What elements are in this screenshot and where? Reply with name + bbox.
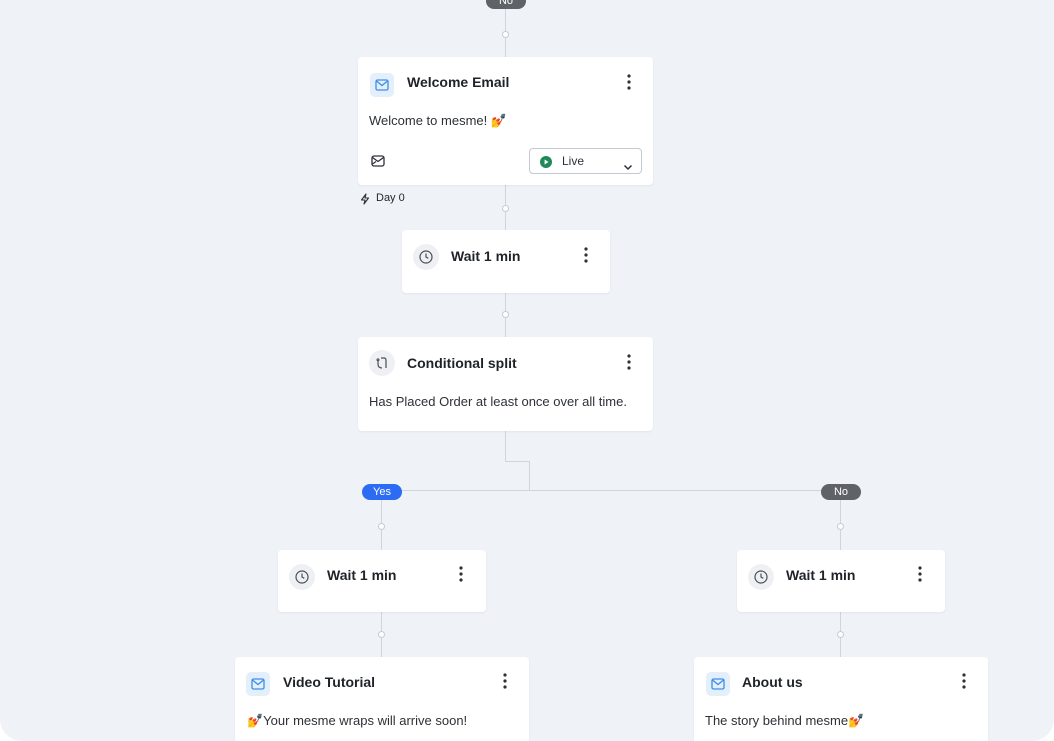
about-us-subject: The story behind mesme💅 bbox=[705, 713, 865, 728]
about-us-card[interactable]: About us The story behind mesme💅 bbox=[694, 657, 988, 741]
wait-card[interactable]: Wait 1 min bbox=[402, 230, 610, 293]
connector-dot[interactable] bbox=[837, 523, 844, 530]
flow-canvas[interactable]: No Yes No Welcome Email Welcome to mesme… bbox=[0, 0, 1054, 741]
email-icon bbox=[706, 672, 730, 696]
trigger-day-label: Day 0 bbox=[376, 192, 405, 204]
more-options-icon[interactable] bbox=[624, 353, 634, 371]
clock-icon bbox=[748, 564, 774, 590]
more-options-icon[interactable] bbox=[915, 565, 925, 583]
more-options-icon[interactable] bbox=[581, 246, 591, 264]
video-tutorial-title: Video Tutorial bbox=[283, 674, 376, 690]
about-us-title: About us bbox=[742, 674, 803, 690]
connector bbox=[529, 461, 530, 491]
wait-title: Wait 1 min bbox=[451, 248, 521, 264]
welcome-email-card[interactable]: Welcome Email Welcome to mesme! 💅 Live bbox=[358, 57, 653, 185]
video-tutorial-subject: 💅Your mesme wraps will arrive soon! bbox=[247, 713, 468, 728]
chevron-down-icon bbox=[623, 158, 633, 176]
condition-text: Has Placed Order at least once over all … bbox=[369, 394, 627, 409]
status-value: Live bbox=[562, 154, 585, 168]
connector-dot[interactable] bbox=[378, 631, 385, 638]
more-options-icon[interactable] bbox=[624, 73, 634, 91]
no-wait-card[interactable]: Wait 1 min bbox=[737, 550, 945, 612]
wait-title: Wait 1 min bbox=[327, 567, 397, 583]
connector-dot[interactable] bbox=[378, 523, 385, 530]
connector bbox=[505, 461, 530, 462]
conditional-split-card[interactable]: Conditional split Has Placed Order at le… bbox=[358, 337, 653, 431]
clock-icon bbox=[413, 244, 439, 270]
trigger-bolt-icon bbox=[359, 192, 371, 210]
connector-dot[interactable] bbox=[502, 205, 509, 212]
more-options-icon[interactable] bbox=[959, 672, 969, 690]
email-preview-icon[interactable] bbox=[371, 154, 385, 167]
yes-wait-card[interactable]: Wait 1 min bbox=[278, 550, 486, 612]
more-options-icon[interactable] bbox=[500, 672, 510, 690]
branch-no-pill: No bbox=[821, 484, 861, 500]
split-icon bbox=[369, 350, 395, 376]
branch-yes-pill: Yes bbox=[362, 484, 402, 500]
more-options-icon[interactable] bbox=[456, 565, 466, 583]
connector bbox=[382, 490, 841, 491]
status-dropdown[interactable]: Live bbox=[529, 148, 642, 174]
clock-icon bbox=[289, 564, 315, 590]
wait-title: Wait 1 min bbox=[786, 567, 856, 583]
email-icon bbox=[370, 73, 394, 97]
welcome-email-subject: Welcome to mesme! 💅 bbox=[369, 113, 508, 128]
connector-dot[interactable] bbox=[502, 311, 509, 318]
connector-dot[interactable] bbox=[837, 631, 844, 638]
play-circle-icon bbox=[540, 155, 552, 173]
connector-dot[interactable] bbox=[502, 31, 509, 38]
conditional-split-title: Conditional split bbox=[407, 355, 517, 371]
email-icon bbox=[246, 672, 270, 696]
video-tutorial-card[interactable]: Video Tutorial 💅Your mesme wraps will ar… bbox=[235, 657, 529, 741]
connector bbox=[505, 431, 506, 461]
branch-no-pill-top: No bbox=[486, 0, 526, 9]
welcome-email-title: Welcome Email bbox=[407, 74, 510, 90]
